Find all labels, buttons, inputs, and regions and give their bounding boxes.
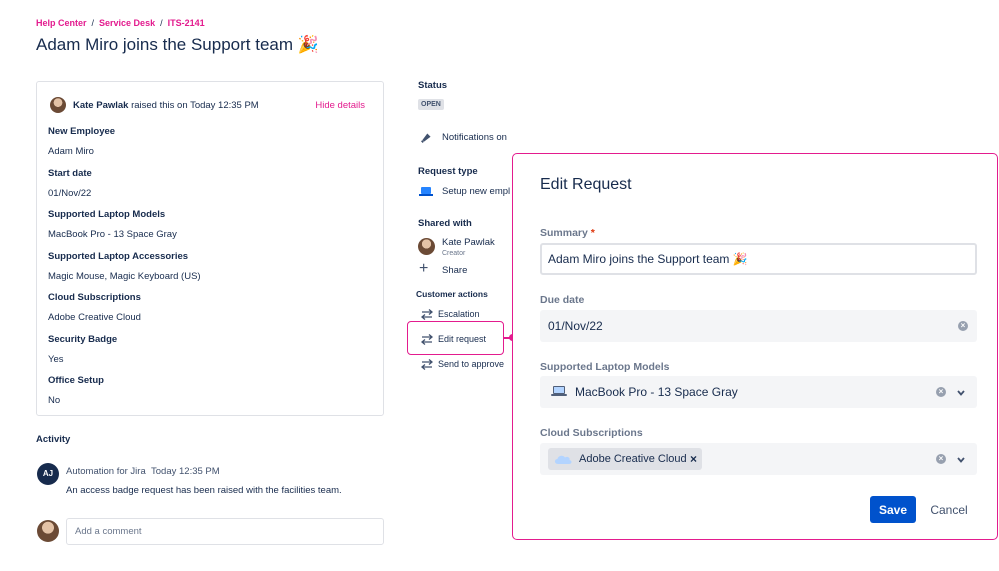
chevron-down-icon[interactable] (956, 455, 966, 465)
laptop-icon (551, 386, 567, 396)
notifications-text: Notifications on (442, 132, 507, 143)
reporter-action: raised this on Today 12:35 PM (131, 100, 259, 111)
breadcrumb: Help Center / Service Desk / ITS-2141 (36, 18, 205, 28)
edit-request-modal: Edit Request Summary * Due date 01/Nov/2… (512, 153, 998, 540)
laptop-models-select[interactable]: MacBook Pro - 13 Space Gray × (540, 376, 977, 408)
field-label: Security Badge (48, 334, 118, 345)
reporter-name: Kate Pawlak (73, 100, 129, 111)
comment-input[interactable] (66, 518, 384, 545)
clear-icon[interactable]: × (936, 454, 946, 464)
field-laptop-models: Supported Laptop Models MacBook Pro - 13… (48, 209, 177, 240)
save-button[interactable]: Save (870, 496, 916, 523)
field-label: Cloud Subscriptions (48, 292, 141, 303)
field-cloud-subscriptions: Cloud Subscriptions Adobe Creative Cloud (48, 292, 141, 323)
notifications-toggle[interactable]: Notifications on (420, 131, 507, 147)
field-label: Supported Laptop Accessories (48, 251, 189, 262)
required-asterisk: * (590, 227, 595, 239)
field-value: No (48, 395, 61, 406)
field-value: Adam Miro (48, 146, 94, 157)
request-type-value: Setup new empl (442, 186, 511, 197)
request-type-label: Request type (418, 166, 478, 177)
cloud-tag-label: Adobe Creative Cloud (579, 453, 687, 465)
page-title: Adam Miro joins the Support team 🎉 (36, 35, 319, 54)
reporter-avatar (50, 97, 66, 113)
share-label: Share (442, 265, 468, 276)
activity-author[interactable]: Automation for Jira (66, 466, 146, 477)
field-security-badge: Security Badge Yes (48, 334, 117, 365)
escalation-label: Escalation (438, 309, 480, 319)
field-value: Magic Mouse, Magic Keyboard (US) (48, 271, 201, 282)
field-value: Adobe Creative Cloud (48, 312, 141, 323)
customer-actions-label: Customer actions (416, 289, 488, 299)
breadcrumb-separator: / (160, 18, 163, 28)
field-value: 01/Nov/22 (48, 188, 92, 199)
request-details-card: Kate Pawlak raised this on Today 12:35 P… (36, 81, 384, 416)
activity-meta: Automation for Jira Today 12:35 PM (66, 466, 220, 477)
field-new-employee: New Employee Adam Miro (48, 126, 115, 157)
shared-with-label: Shared with (418, 218, 472, 229)
breadcrumb-service-desk[interactable]: Service Desk (99, 18, 155, 28)
laptop-models-label: Supported Laptop Models (540, 361, 670, 373)
plus-icon: + (419, 260, 429, 277)
modal-title: Edit Request (540, 176, 632, 193)
cloud-subscriptions-label: Cloud Subscriptions (540, 427, 643, 439)
field-start-date: Start date 01/Nov/22 (48, 168, 92, 199)
shared-user-avatar (418, 238, 435, 255)
field-value: Yes (48, 354, 64, 365)
shared-user-name: Kate Pawlak (442, 237, 495, 248)
cancel-button[interactable]: Cancel (924, 496, 974, 523)
breadcrumb-separator: / (91, 18, 95, 28)
shared-user-role: Creator (442, 250, 466, 257)
bell-icon (421, 133, 431, 143)
activity-body: An access badge request has been raised … (66, 485, 342, 496)
activity-time: Today 12:35 PM (151, 466, 220, 477)
summary-label-text: Summary (540, 227, 588, 239)
transition-arrows-icon (421, 359, 433, 370)
breadcrumb-issue-key[interactable]: ITS-2141 (168, 18, 205, 28)
request-type-row: Setup new empl (419, 186, 510, 201)
field-value: MacBook Pro - 13 Space Gray (48, 229, 177, 240)
reporter-row: Kate Pawlak raised this on Today 12:35 P… (50, 97, 370, 113)
laptop-request-icon (419, 187, 433, 196)
field-label: Office Setup (48, 375, 104, 386)
cloud-subscriptions-select[interactable]: Adobe Creative Cloud × × (540, 443, 977, 475)
hide-details-link[interactable]: Hide details (315, 100, 365, 111)
chevron-down-icon[interactable] (956, 388, 966, 398)
breadcrumb-help-center[interactable]: Help Center (36, 18, 87, 28)
send-to-approve-label: Send to approve (438, 359, 505, 369)
edit-request-highlight (407, 321, 504, 355)
user-avatar (37, 520, 59, 542)
status-label: Status (418, 80, 448, 91)
due-date-field[interactable]: 01/Nov/22 × (540, 310, 977, 342)
clear-icon[interactable]: × (958, 321, 968, 331)
summary-input[interactable] (540, 243, 977, 275)
activity-title: Activity (36, 434, 71, 445)
due-date-value: 01/Nov/22 (548, 319, 603, 333)
cloud-subscription-tag: Adobe Creative Cloud × (548, 448, 702, 470)
field-label: New Employee (48, 126, 116, 137)
status-badge[interactable]: OPEN (418, 99, 444, 110)
remove-tag-icon[interactable]: × (690, 452, 697, 466)
field-label: Supported Laptop Models (48, 209, 166, 220)
summary-label: Summary * (540, 227, 595, 239)
transition-arrows-icon (421, 309, 433, 320)
laptop-models-value: MacBook Pro - 13 Space Gray (575, 385, 738, 399)
field-label: Start date (48, 168, 92, 179)
reporter-text: Kate Pawlak raised this on Today 12:35 P… (73, 100, 259, 111)
clear-icon[interactable]: × (936, 387, 946, 397)
cloud-icon (554, 455, 572, 464)
automation-avatar: AJ (37, 463, 59, 485)
field-laptop-accessories: Supported Laptop Accessories Magic Mouse… (48, 251, 201, 282)
field-office-setup: Office Setup No (48, 375, 104, 406)
due-date-label: Due date (540, 294, 585, 306)
